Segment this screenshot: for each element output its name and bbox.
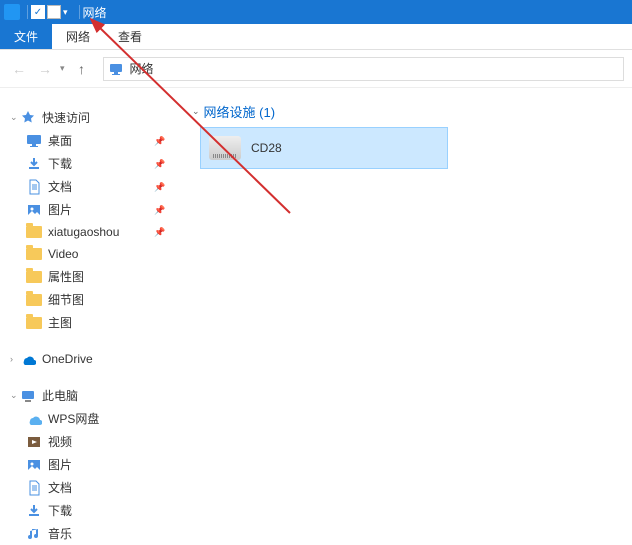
chevron-icon: › (10, 354, 20, 364)
sidebar-item[interactable]: 文档📌 (0, 175, 170, 198)
separator (27, 5, 28, 19)
folder-icon (26, 269, 42, 285)
desktop-icon (26, 133, 42, 149)
sidebar-group-label: OneDrive (42, 352, 93, 366)
sidebar-group-label: 快速访问 (42, 109, 90, 126)
qat-doc-icon[interactable] (47, 5, 61, 19)
sidebar-item[interactable]: 图片📌 (0, 198, 170, 221)
folder-icon (26, 246, 42, 262)
address-bar[interactable]: 网络 (103, 57, 624, 81)
chevron-down-icon: ⌄ (192, 106, 200, 117)
section-title: 网络设施 (1) (204, 102, 276, 121)
qat-checkbox-icon[interactable]: ✓ (31, 5, 45, 19)
sidebar-item-label: 属性图 (48, 268, 170, 285)
sidebar-item[interactable]: 视频 (0, 430, 170, 453)
pin-icon: 📌 (154, 182, 164, 192)
sidebar-item-label: xiatugaoshou (48, 225, 154, 239)
section-header[interactable]: ⌄ 网络设施 (1) (184, 98, 618, 127)
window-title: 网络 (83, 4, 107, 21)
network-device[interactable]: CD28 (200, 127, 448, 169)
sidebar-item-label: 图片 (48, 201, 154, 218)
picture-icon (26, 457, 42, 473)
sidebar-group-header[interactable]: ⌄ 快速访问 (0, 106, 170, 129)
document-icon (26, 179, 42, 195)
sidebar-item[interactable]: 音乐 (0, 522, 170, 545)
sidebar-item[interactable]: 属性图 (0, 265, 170, 288)
back-button[interactable]: ← (8, 58, 30, 80)
onedrive-icon (20, 351, 36, 367)
network-icon (108, 61, 124, 77)
folder-icon (26, 224, 42, 240)
up-button[interactable]: ↑ (71, 58, 93, 80)
sidebar-item-label: 文档 (48, 178, 154, 195)
device-label: CD28 (251, 141, 282, 155)
sidebar-item-label: 图片 (48, 456, 170, 473)
sidebar-group-label: 此电脑 (42, 387, 78, 404)
sidebar-item[interactable]: 细节图 (0, 288, 170, 311)
sidebar-item[interactable]: Video (0, 243, 170, 265)
separator (79, 5, 80, 19)
folder-icon (26, 315, 42, 331)
tab-file[interactable]: 文件 (0, 24, 52, 49)
download-icon (26, 156, 42, 172)
tab-network[interactable]: 网络 (52, 24, 104, 49)
pin-icon: 📌 (154, 227, 164, 237)
sidebar-item-label: 下载 (48, 502, 170, 519)
tab-view[interactable]: 查看 (104, 24, 156, 49)
address-text: 网络 (130, 60, 154, 77)
chevron-icon: ⌄ (10, 112, 20, 123)
sidebar-item[interactable]: 下载 (0, 499, 170, 522)
forward-button[interactable]: → (34, 58, 56, 80)
sidebar-item-label: Video (48, 247, 170, 261)
star-icon (20, 110, 36, 126)
qat-dropdown-icon[interactable]: ▾ (63, 7, 68, 18)
body: ⌄快速访问桌面📌下载📌文档📌图片📌xiatugaoshou📌Video属性图细节… (0, 88, 632, 545)
music-icon (26, 526, 42, 542)
sidebar-group-header[interactable]: › OneDrive (0, 348, 170, 370)
sidebar-item[interactable]: xiatugaoshou📌 (0, 221, 170, 243)
history-dropdown-icon[interactable]: ▾ (60, 63, 65, 74)
sidebar-item-label: 桌面 (48, 132, 154, 149)
sidebar-item-label: WPS网盘 (48, 410, 170, 427)
pin-icon: 📌 (154, 159, 164, 169)
app-icon (4, 4, 20, 20)
sidebar-item-label: 主图 (48, 314, 170, 331)
ribbon-tabs: 文件 网络 查看 (0, 24, 632, 50)
pin-icon: 📌 (154, 205, 164, 215)
sidebar-item[interactable]: 图片 (0, 453, 170, 476)
download-icon (26, 503, 42, 519)
chevron-icon: ⌄ (10, 390, 20, 401)
sidebar-item-label: 音乐 (48, 525, 170, 542)
content-pane: ⌄ 网络设施 (1) CD28 (170, 88, 632, 545)
sidebar-item[interactable]: 主图 (0, 311, 170, 334)
title-bar: ✓ ▾ 网络 (0, 0, 632, 24)
sidebar-item[interactable]: WPS网盘 (0, 407, 170, 430)
wps-icon (26, 411, 42, 427)
sidebar-item-label: 文档 (48, 479, 170, 496)
document-icon (26, 480, 42, 496)
sidebar-item-label: 细节图 (48, 291, 170, 308)
pin-icon: 📌 (154, 136, 164, 146)
device-icon (209, 136, 241, 160)
folder-icon (26, 292, 42, 308)
video-icon (26, 434, 42, 450)
sidebar-item[interactable]: 桌面📌 (0, 129, 170, 152)
navigation-bar: ← → ▾ ↑ 网络 (0, 50, 632, 88)
sidebar-group-header[interactable]: ⌄ 此电脑 (0, 384, 170, 407)
sidebar: ⌄快速访问桌面📌下载📌文档📌图片📌xiatugaoshou📌Video属性图细节… (0, 88, 170, 545)
sidebar-item[interactable]: 文档 (0, 476, 170, 499)
thispc-icon (20, 388, 36, 404)
picture-icon (26, 202, 42, 218)
sidebar-item-label: 视频 (48, 433, 170, 450)
sidebar-item[interactable]: 下载📌 (0, 152, 170, 175)
sidebar-item-label: 下载 (48, 155, 154, 172)
